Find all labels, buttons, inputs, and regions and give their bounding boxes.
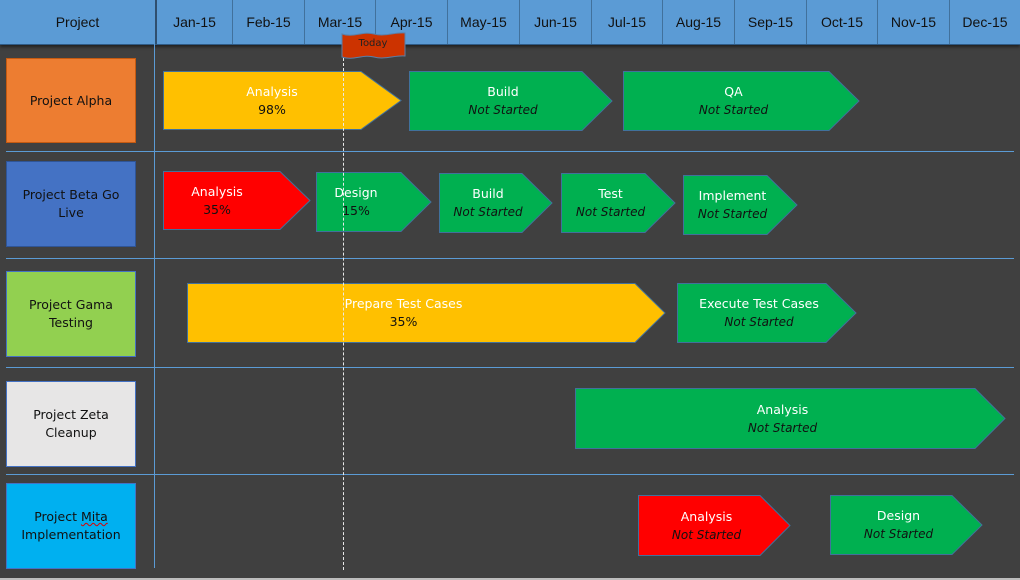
task-text: Design Not Started bbox=[830, 495, 967, 555]
today-label: Today bbox=[358, 38, 388, 49]
month-header: Jun-15 bbox=[520, 0, 592, 44]
task-status: Not Started bbox=[698, 103, 769, 117]
month-header: Dec-15 bbox=[962, 14, 1008, 30]
row-divider bbox=[6, 258, 1014, 259]
task-name: QA bbox=[724, 84, 743, 99]
task-status: Not Started bbox=[671, 527, 742, 542]
task-text: Analysis Not Started bbox=[638, 495, 775, 556]
task-name: Analysis bbox=[246, 83, 298, 99]
task-status: Not Started bbox=[697, 207, 768, 221]
month-header: May-15 bbox=[448, 0, 520, 44]
task-bar[interactable]: Design Not Started bbox=[830, 495, 983, 555]
task-text: Execute Test Cases Not Started bbox=[677, 283, 841, 343]
month-header: Oct-15 bbox=[807, 0, 878, 44]
task-bar[interactable]: Analysis Not Started bbox=[575, 388, 1006, 449]
task-bar[interactable]: Build Not Started bbox=[439, 173, 553, 233]
project-name: Project Zeta Cleanup bbox=[33, 407, 109, 440]
task-name: Execute Test Cases bbox=[699, 296, 819, 311]
task-progress: 15% bbox=[342, 203, 370, 218]
task-status: Not Started bbox=[468, 103, 538, 117]
task-bar[interactable]: Analysis Not Started bbox=[638, 495, 791, 556]
project-name: Project Mita Implementation bbox=[21, 508, 120, 544]
task-text: Implement Not Started bbox=[683, 175, 782, 235]
project-name: Project Beta Go Live bbox=[22, 187, 120, 220]
task-name: Analysis bbox=[680, 508, 733, 524]
task-name: Implement bbox=[698, 188, 767, 203]
task-status: Not Started bbox=[724, 315, 794, 329]
row-divider bbox=[6, 474, 1014, 475]
task-status: Not Started bbox=[453, 205, 523, 219]
task-progress: 35% bbox=[389, 314, 418, 329]
task-name: Test bbox=[598, 186, 623, 201]
task-name: Prepare Test Cases bbox=[344, 296, 463, 311]
task-bar[interactable]: Prepare Test Cases 35% bbox=[187, 283, 666, 343]
task-text: QA Not Started bbox=[623, 71, 844, 131]
task-text: Build Not Started bbox=[439, 173, 537, 233]
task-bar[interactable]: Design 15% bbox=[316, 172, 432, 232]
project-column-header: Project bbox=[0, 0, 157, 44]
task-bar[interactable]: Implement Not Started bbox=[683, 175, 798, 235]
task-text: Analysis Not Started bbox=[575, 388, 990, 449]
task-name: Analysis bbox=[756, 401, 809, 417]
task-status: Not Started bbox=[863, 527, 934, 541]
month-header: Nov-15 bbox=[878, 0, 950, 44]
task-bar[interactable]: QA Not Started bbox=[623, 71, 860, 131]
row-divider bbox=[6, 151, 1014, 152]
project-column-divider bbox=[154, 44, 155, 568]
project-name: Project Alpha bbox=[29, 92, 113, 108]
task-name: Design bbox=[334, 185, 378, 200]
task-text: Test Not Started bbox=[561, 173, 660, 233]
project-name-part: Project bbox=[34, 509, 81, 524]
task-name: Design bbox=[876, 508, 921, 523]
month-header: Jul-15 bbox=[592, 0, 663, 44]
task-name: Build bbox=[487, 84, 519, 99]
month-header: Aug-15 bbox=[663, 0, 735, 44]
task-bar[interactable]: Build Not Started bbox=[409, 71, 613, 131]
task-progress: 98% bbox=[258, 101, 286, 117]
task-status: Not Started bbox=[575, 205, 646, 219]
project-name-misspelled-word: Mita bbox=[80, 509, 108, 524]
task-name: Build bbox=[472, 186, 504, 201]
task-text: Build Not Started bbox=[409, 71, 597, 131]
task-text: Prepare Test Cases 35% bbox=[172, 283, 635, 343]
task-bar[interactable]: Test Not Started bbox=[561, 173, 676, 233]
task-status: Not Started bbox=[747, 420, 818, 435]
task-text: Design 15% bbox=[306, 172, 406, 232]
project-label-beta[interactable]: Project Beta Go Live bbox=[6, 161, 136, 247]
task-bar[interactable]: Analysis 35% bbox=[163, 171, 311, 230]
today-line bbox=[343, 58, 344, 570]
project-label-zeta[interactable]: Project Zeta Cleanup bbox=[6, 381, 136, 467]
project-label-gama[interactable]: Project Gama Testing bbox=[6, 271, 136, 357]
month-header: Jan-15 bbox=[157, 0, 233, 44]
task-progress: 35% bbox=[203, 201, 231, 217]
timeline-header: Project Jan-15 Feb-15 Mar-15 Apr-15 May-… bbox=[0, 0, 1020, 45]
task-text: Analysis 98% bbox=[163, 71, 381, 130]
task-bar[interactable]: Execute Test Cases Not Started bbox=[677, 283, 857, 343]
project-label-alpha[interactable]: Project Alpha bbox=[6, 58, 136, 143]
month-header: Sep-15 bbox=[735, 0, 807, 44]
project-label-mita[interactable]: Project Mita Implementation bbox=[6, 483, 136, 569]
project-name-part: Implementation bbox=[21, 527, 121, 542]
month-header: Feb-15 bbox=[233, 0, 305, 44]
row-divider bbox=[6, 367, 1014, 368]
project-name: Project Gama Testing bbox=[29, 297, 113, 330]
task-name: Analysis bbox=[191, 183, 243, 199]
task-bar[interactable]: Analysis 98% bbox=[163, 71, 402, 130]
task-text: Analysis 35% bbox=[151, 171, 283, 230]
